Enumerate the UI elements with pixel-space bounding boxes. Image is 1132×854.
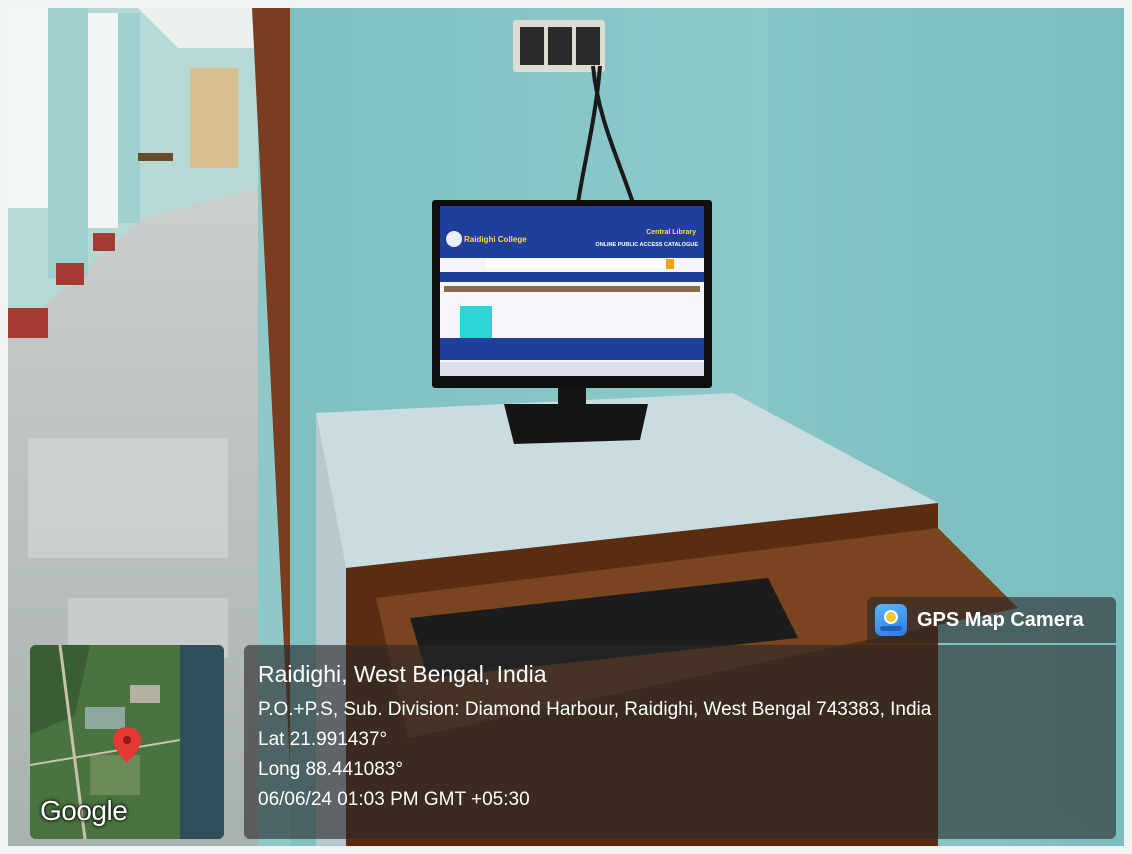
college-logo <box>446 231 462 247</box>
corridor-pillar <box>48 8 88 278</box>
photo: Raidighi College Central Library ONLINE … <box>8 8 1124 846</box>
opac-search-button <box>666 259 674 269</box>
screen-library-title: Central Library <box>646 229 696 236</box>
corridor-pillar <box>118 13 140 223</box>
far-doorway <box>190 68 238 168</box>
screen-catalogue-title: ONLINE PUBLIC ACCESS CATALOGUE <box>595 242 698 248</box>
monitor-base <box>504 404 648 444</box>
corridor-window <box>88 13 118 228</box>
corridor-skirting <box>8 308 48 338</box>
corridor-window <box>8 8 48 208</box>
location-longitude: Long 88.441083° <box>258 759 403 780</box>
socket-slot <box>520 27 544 65</box>
screen-college-name: Raidighi College <box>464 235 527 244</box>
opac-footer-bar <box>440 338 704 360</box>
google-attribution: Google <box>40 795 128 826</box>
gps-badge: GPS Map Camera <box>867 597 1116 643</box>
opac-search-box <box>486 260 666 268</box>
location-title: Raidighi, West Bengal, India <box>258 661 547 687</box>
location-latitude: Lat 21.991437° <box>258 729 388 750</box>
opac-nav-strip <box>440 272 704 282</box>
map-thumbnail: Google <box>30 645 224 839</box>
taskbar <box>440 362 704 376</box>
location-address: P.O.+P.S, Sub. Division: Diamond Harbour… <box>258 699 932 720</box>
opac-section-bar <box>444 286 700 292</box>
corridor-skirting <box>93 233 115 251</box>
far-bench <box>138 153 173 161</box>
gps-badge-label: GPS Map Camera <box>917 608 1084 631</box>
monitor-stand <box>558 388 586 406</box>
gps-map-camera-icon <box>875 604 907 636</box>
corridor-skirting <box>56 263 84 285</box>
socket-slot <box>576 27 600 65</box>
socket-slot <box>548 27 572 65</box>
floor-light-patch <box>28 438 228 558</box>
location-info-panel: Raidighi, West Bengal, India P.O.+P.S, S… <box>244 645 1116 839</box>
location-datetime: 06/06/24 01:03 PM GMT +05:30 <box>258 789 530 810</box>
